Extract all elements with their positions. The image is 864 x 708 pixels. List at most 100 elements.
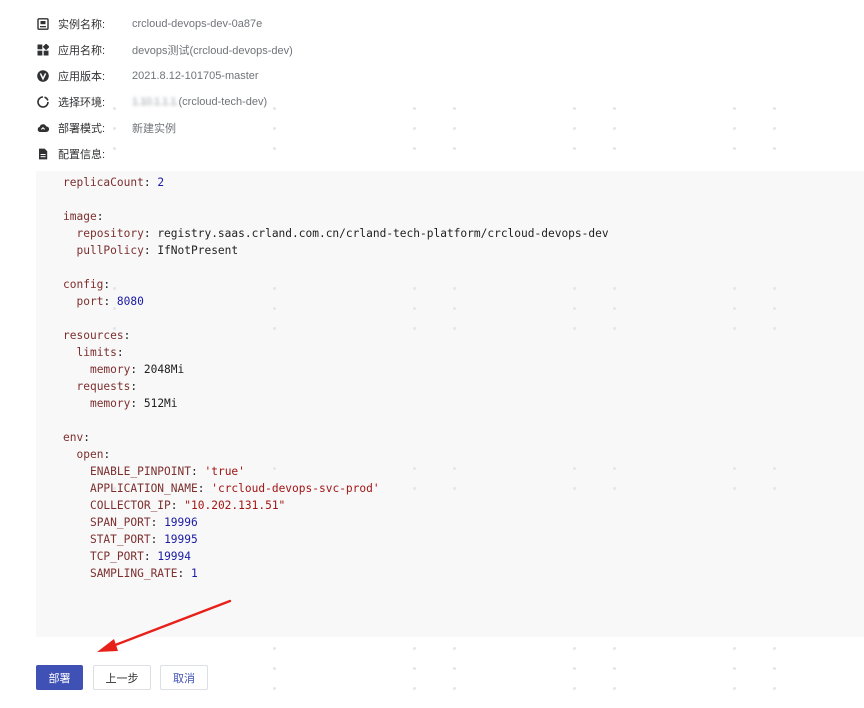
background-dot: [573, 687, 576, 690]
environment-value-masked: 1.10.1.1.1.: [132, 96, 179, 108]
yaml-line: resources:: [63, 329, 131, 342]
document-icon: [37, 148, 49, 160]
app-name-row: 应用名称: devops测试(crcloud-devops-dev): [37, 40, 293, 60]
background-dot: [453, 687, 456, 690]
config-info-label: 配置信息:: [58, 149, 106, 161]
background-dot: [613, 307, 616, 310]
app-version-label: 应用版本:: [58, 71, 106, 83]
background-dot: [613, 487, 616, 490]
yaml-line: limits:: [76, 346, 124, 359]
cancel-button[interactable]: 取消: [160, 665, 208, 690]
yaml-line: SAMPLING_RATE: 1: [89, 567, 198, 580]
background-dot: [733, 467, 736, 470]
version-v-icon: [37, 70, 49, 82]
background-dot: [453, 647, 456, 650]
environment-value: 1.10.1.1.1.(crcloud-tech-dev): [132, 96, 267, 108]
background-dot: [113, 127, 116, 130]
background-dot: [773, 327, 776, 330]
background-dot: [273, 127, 276, 130]
background-dot: [273, 107, 276, 110]
yaml-line: open:: [76, 448, 111, 461]
background-dot: [773, 487, 776, 490]
instance-name-value: crcloud-devops-dev-0a87e: [132, 18, 263, 30]
yaml-line: pullPolicy: IfNotPresent: [76, 244, 239, 257]
app-name-value: devops测试(crcloud-devops-dev): [132, 45, 293, 57]
yaml-line: [63, 310, 609, 327]
background-dot: [573, 647, 576, 650]
deploy-mode-label: 部署模式:: [58, 123, 106, 135]
background-dot: [273, 687, 276, 690]
background-dot: [773, 147, 776, 150]
background-dot: [773, 467, 776, 470]
background-dot: [273, 667, 276, 670]
environment-row: 选择环境: 1.10.1.1.1.(crcloud-tech-dev): [37, 92, 267, 112]
background-dot: [773, 687, 776, 690]
config-yaml[interactable]: replicaCount: 2 image: repository: regist…: [63, 174, 609, 582]
background-dot: [733, 687, 736, 690]
yaml-line: COLLECTOR_IP: "10.202.131.51": [89, 499, 286, 512]
instance-icon: [37, 18, 49, 30]
background-dot: [613, 467, 616, 470]
yaml-line: ENABLE_PINPOINT: 'true': [89, 465, 245, 478]
background-dot: [613, 127, 616, 130]
yaml-line: port: 8080: [76, 295, 144, 308]
background-dot: [733, 107, 736, 110]
yaml-line: image:: [63, 210, 104, 223]
previous-step-button[interactable]: 上一步: [93, 665, 151, 690]
yaml-line: requests:: [76, 380, 138, 393]
background-dot: [413, 647, 416, 650]
background-dot: [113, 647, 116, 650]
background-dot: [413, 147, 416, 150]
background-dot: [733, 127, 736, 130]
background-dot: [113, 107, 116, 110]
background-dot: [773, 667, 776, 670]
background-dot: [733, 667, 736, 670]
environment-icon: [37, 96, 49, 108]
background-dot: [573, 107, 576, 110]
background-dot: [413, 107, 416, 110]
background-dot: [273, 147, 276, 150]
background-dot: [733, 327, 736, 330]
deploy-mode-row: 部署模式: 新建实例: [37, 118, 176, 138]
instance-name-row: 实例名称: crcloud-devops-dev-0a87e: [37, 14, 262, 34]
background-dot: [773, 127, 776, 130]
background-dot: [773, 287, 776, 290]
background-dot: [413, 687, 416, 690]
instance-name-label: 实例名称:: [58, 19, 106, 31]
yaml-line: STAT_PORT: 19995: [89, 533, 198, 546]
background-dot: [733, 307, 736, 310]
yaml-line: memory: 512Mi: [89, 397, 178, 410]
background-dot: [613, 287, 616, 290]
yaml-line: SPAN_PORT: 19996: [89, 516, 198, 529]
deploy-button[interactable]: 部署: [36, 665, 83, 690]
deploy-mode-value: 新建实例: [132, 123, 176, 135]
yaml-line: TCP_PORT: 19994: [89, 550, 192, 563]
background-dot: [613, 647, 616, 650]
yaml-line: env:: [63, 431, 90, 444]
background-dot: [733, 287, 736, 290]
yaml-line: [63, 259, 609, 276]
config-info-row: 配置信息:: [37, 144, 132, 164]
yaml-line: [63, 412, 609, 429]
yaml-line: APPLICATION_NAME: 'crcloud-devops-svc-pr…: [89, 482, 380, 495]
background-dot: [573, 667, 576, 670]
background-dot: [773, 107, 776, 110]
app-name-label: 应用名称:: [58, 45, 106, 57]
background-dot: [413, 127, 416, 130]
environment-value-text: (crcloud-tech-dev): [178, 96, 268, 108]
yaml-line: replicaCount: 2: [63, 176, 165, 189]
app-version-row: 应用版本: 2021.8.12-101705-master: [37, 66, 259, 86]
yaml-line: [63, 191, 609, 208]
background-dot: [613, 327, 616, 330]
app-version-value: 2021.8.12-101705-master: [132, 70, 259, 82]
background-dot: [773, 647, 776, 650]
yaml-line: repository: registry.saas.crland.com.cn/…: [76, 227, 609, 240]
background-dot: [573, 147, 576, 150]
environment-label: 选择环境:: [58, 97, 106, 109]
background-dot: [733, 487, 736, 490]
background-dot: [273, 647, 276, 650]
yaml-line: config:: [63, 278, 111, 291]
background-dot: [453, 147, 456, 150]
app-grid-icon: [37, 44, 49, 56]
background-dot: [613, 667, 616, 670]
